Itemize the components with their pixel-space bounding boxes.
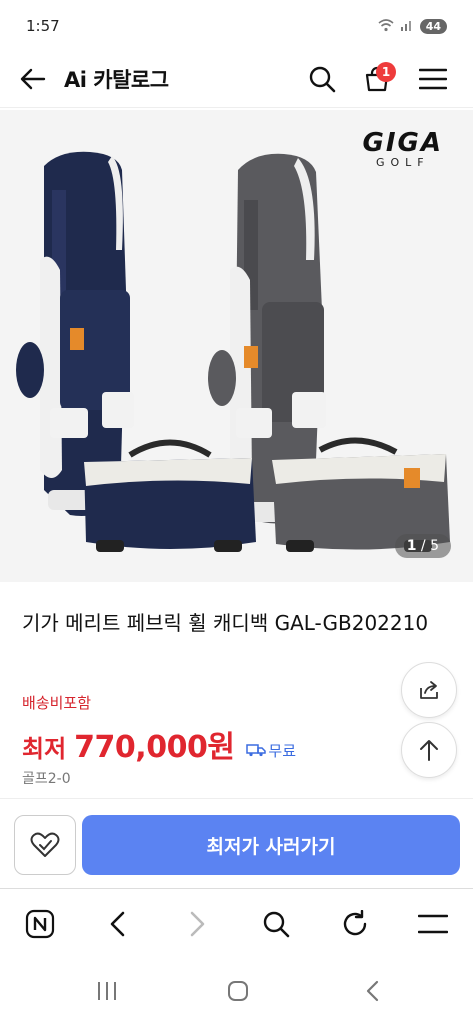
- browser-forward-button[interactable]: [177, 904, 217, 944]
- product-title: 기가 메리트 페브릭 휠 캐디백 GAL-GB202210: [22, 611, 429, 635]
- signal-icon: [400, 18, 414, 35]
- share-icon: [420, 681, 438, 699]
- brand-name: GIGA: [362, 128, 443, 158]
- naver-n-icon: [25, 909, 55, 939]
- free-shipping-label: 무료: [268, 741, 297, 760]
- arrow-up-icon: [420, 740, 438, 761]
- free-shipping-badge: 무료: [246, 740, 296, 761]
- browser-toolbar: [0, 888, 473, 958]
- status-time: 1:57: [26, 17, 60, 35]
- wifi-icon: [378, 18, 394, 35]
- status-bar: 1:57 44: [0, 0, 473, 52]
- home-button[interactable]: [218, 976, 258, 1006]
- price-label: 최저: [22, 735, 67, 763]
- recent-apps-icon: [98, 982, 116, 1000]
- refresh-icon: [343, 910, 367, 936]
- page-title: Ai 카탈로그: [64, 68, 169, 92]
- truck-icon: [246, 744, 267, 757]
- product-image-carousel[interactable]: GIGA GOLF 1 / 5: [0, 110, 473, 582]
- cart-button[interactable]: 1: [358, 60, 396, 98]
- cart-count-badge: 1: [376, 62, 396, 82]
- shipping-note: 배송비포함: [22, 694, 92, 712]
- app-header: Ai 카탈로그 1: [0, 52, 473, 108]
- system-back-button[interactable]: [352, 976, 392, 1006]
- status-icons: 44: [378, 18, 447, 35]
- seller-name: 골프2-0: [22, 771, 71, 787]
- system-navigation-bar: [0, 958, 473, 1024]
- recent-apps-button[interactable]: [87, 976, 127, 1006]
- product-info: 기가 메리트 페브릭 휠 캐디백 GAL-GB202210 배송비포함 최저 7…: [0, 582, 473, 798]
- home-icon: [228, 981, 248, 1001]
- wishlist-button[interactable]: [14, 815, 76, 875]
- price-row: 최저 770,000원 무료: [22, 722, 296, 766]
- image-counter: 1 / 5: [394, 534, 451, 558]
- product-photo: [16, 151, 450, 552]
- brand-logo: GIGA GOLF: [363, 128, 443, 169]
- search-icon: [263, 911, 290, 938]
- buy-lowest-price-button[interactable]: 최저가 사러가기: [82, 815, 460, 875]
- hamburger-menu-icon: [419, 68, 447, 90]
- search-icon: [309, 66, 336, 93]
- browser-back-button[interactable]: [98, 904, 138, 944]
- chevron-left-icon: [110, 911, 125, 937]
- image-total: / 5: [420, 538, 439, 554]
- refresh-button[interactable]: [335, 904, 375, 944]
- naver-home-button[interactable]: [20, 904, 60, 944]
- hamburger-menu-icon: [418, 914, 448, 934]
- browser-menu-button[interactable]: [413, 904, 453, 944]
- image-current-index: 1: [406, 538, 417, 554]
- chevron-left-icon: [366, 980, 379, 1002]
- back-button[interactable]: [16, 62, 50, 96]
- chevron-right-icon: [190, 911, 205, 937]
- search-button[interactable]: [303, 60, 341, 98]
- browser-search-button[interactable]: [256, 904, 296, 944]
- price-value: 770,000원: [74, 730, 235, 765]
- arrow-left-icon: [20, 68, 46, 90]
- battery-indicator: 44: [419, 18, 447, 34]
- scroll-top-button[interactable]: [401, 722, 457, 778]
- share-button[interactable]: [401, 662, 457, 718]
- menu-button[interactable]: [414, 60, 452, 98]
- heart-check-icon: [30, 832, 60, 857]
- action-bar: 최저가 사러가기: [0, 798, 473, 888]
